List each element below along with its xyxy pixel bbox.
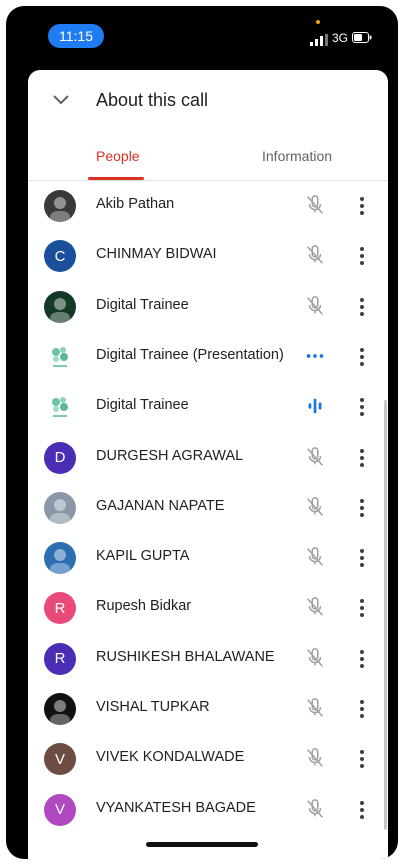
participant-row[interactable]: KAPIL GUPTA [28,534,388,584]
participant-row[interactable]: VISHAL TUPKAR [28,685,388,735]
participant-row[interactable]: C CHINMAY BIDWAI [28,232,388,282]
mic-off-icon [304,244,326,266]
more-options-icon[interactable] [354,244,370,268]
participant-name: Digital Trainee [96,397,189,414]
more-options-icon[interactable] [354,295,370,319]
mic-off-icon [304,446,326,468]
participant-row[interactable]: V VYANKATESH BAGADE [28,786,388,836]
participant-row[interactable]: D DURGESH AGRAWAL [28,434,388,484]
more-options-icon[interactable] [354,446,370,470]
active-tab-indicator [88,177,144,180]
participant-row[interactable]: R RUSHIKESH BHALAWANE [28,635,388,685]
avatar: V [44,743,76,776]
mic-off-icon [304,747,326,769]
mic-off-icon [304,295,326,317]
participant-name: Digital Trainee [96,296,189,313]
more-options-icon[interactable] [354,697,370,721]
avatar [44,491,76,524]
avatar [44,542,76,575]
signal-icon [310,34,328,46]
avatar [44,693,76,725]
avatar [44,340,76,373]
avatar: R [44,592,76,625]
phone-frame: 11:15 3G About this call People Informat… [6,6,398,859]
mic-off-icon [304,596,326,618]
participant-row[interactable]: Akib Pathan [28,182,388,232]
participant-name: DURGESH AGRAWAL [96,447,244,464]
participant-name: VIVEK KONDALWADE [96,749,245,766]
tab-people[interactable]: People [96,148,140,164]
participant-name: CHINMAY BIDWAI [96,246,217,263]
tab-information[interactable]: Information [262,148,332,164]
participant-row[interactable]: GAJANAN NAPATE [28,484,388,534]
home-indicator[interactable] [146,842,258,847]
participant-row[interactable]: Digital Trainee [28,383,388,433]
participant-name: VISHAL TUPKAR [96,699,210,715]
avatar: R [44,642,76,675]
battery-icon [352,32,372,43]
avatar: D [44,441,76,474]
participant-name: VYANKATESH BAGADE [96,799,256,816]
participant-row[interactable]: Digital Trainee [28,283,388,333]
tab-bar: People Information [28,140,388,181]
about-call-sheet: About this call People Information Akib … [28,70,388,859]
network-type: 3G [332,31,349,45]
page-title: About this call [96,90,209,110]
status-bar: 11:15 3G [6,6,398,64]
speaking-audio-icon [304,395,326,417]
avatar [44,290,76,323]
mic-off-icon [304,194,326,216]
participant-row[interactable]: R Rupesh Bidkar [28,584,388,634]
mic-off-icon [304,496,326,518]
more-options-icon[interactable] [354,345,370,369]
participant-name: RUSHIKESH BHALAWANE [96,648,275,665]
more-options-icon[interactable] [354,496,370,520]
more-options-icon[interactable] [354,546,370,570]
participant-name: Rupesh Bidkar [96,598,192,615]
mic-off-icon [304,798,326,820]
scrollbar[interactable] [384,400,387,830]
more-options-icon[interactable] [354,596,370,620]
avatar [44,190,76,222]
mic-off-icon [304,697,326,719]
mic-off-icon [304,647,326,669]
mic-off-icon [304,546,326,568]
sheet-header: About this call [28,70,388,130]
more-options-icon[interactable] [354,395,370,419]
avatar: V [44,793,76,826]
more-options-icon[interactable] [354,798,370,822]
more-options-icon[interactable] [354,194,370,218]
avatar: C [44,240,76,273]
participant-name: KAPIL GUPTA [96,548,190,565]
presenting-dots-icon [304,345,326,367]
participant-name: Akib Pathan [96,196,175,212]
participant-name: GAJANAN NAPATE [96,497,225,514]
more-options-icon[interactable] [354,747,370,771]
privacy-indicator-dot [316,20,320,24]
status-time: 11:15 [48,24,104,48]
chevron-down-icon[interactable] [52,94,70,106]
avatar [44,391,76,424]
more-options-icon[interactable] [354,647,370,671]
participant-name: Digital Trainee (Presentation) [96,346,284,363]
participant-row[interactable]: Digital Trainee (Presentation) [28,333,388,383]
participant-row[interactable]: V VIVEK KONDALWADE [28,735,388,785]
